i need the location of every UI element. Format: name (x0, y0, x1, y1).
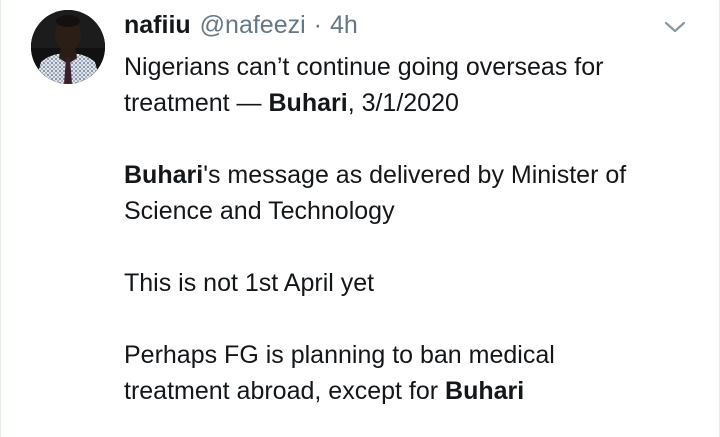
tweet-paragraph: Buhari's message as delivered by Ministe… (124, 157, 704, 229)
tweet-text-segment: Perhaps FG is planning to ban medical (124, 341, 555, 369)
tweet-text-segment: Nigerians can’t continue going overseas … (124, 53, 604, 81)
avatar[interactable] (31, 10, 105, 84)
tweet-text-segment: , 3/1/2020 (347, 89, 459, 117)
left-divider (0, 0, 1, 437)
tweet-text-segment: 's message as delivered by Minister of (203, 161, 627, 189)
hashtag-bold-text: Buhari (124, 161, 204, 189)
tweet-text-segment: This is not 1st April yet (124, 269, 375, 297)
tweet-text-segment: treatment — (124, 89, 269, 117)
hashtag-bold-text: Buhari (445, 377, 525, 405)
tweet-paragraph: Perhaps FG is planning to ban medical tre… (124, 337, 704, 409)
tweet-text: Nigerians can’t continue going overseas … (124, 49, 704, 409)
profile-photo-icon (31, 10, 105, 84)
tweet-text-segment: Science and Technology (124, 197, 395, 225)
chevron-down-icon[interactable] (664, 19, 686, 35)
user-handle[interactable]: @nafeezi (200, 11, 306, 40)
display-name[interactable]: nafiiu (124, 11, 191, 40)
tweet-paragraph: This is not 1st April yet (124, 265, 704, 301)
hashtag-bold-text: Buhari (268, 89, 348, 117)
header-separator: · (313, 10, 322, 39)
tweet-header: nafiiu @nafeezi · 4h (124, 8, 358, 42)
tweet-text-segment: treatment abroad, except for (124, 377, 446, 405)
tweet-card[interactable]: nafiiu @nafeezi · 4h Nigerians can’t con… (0, 0, 720, 437)
tweet-paragraph: Nigerians can’t continue going overseas … (124, 49, 704, 121)
tweet-timestamp[interactable]: 4h (330, 11, 358, 40)
